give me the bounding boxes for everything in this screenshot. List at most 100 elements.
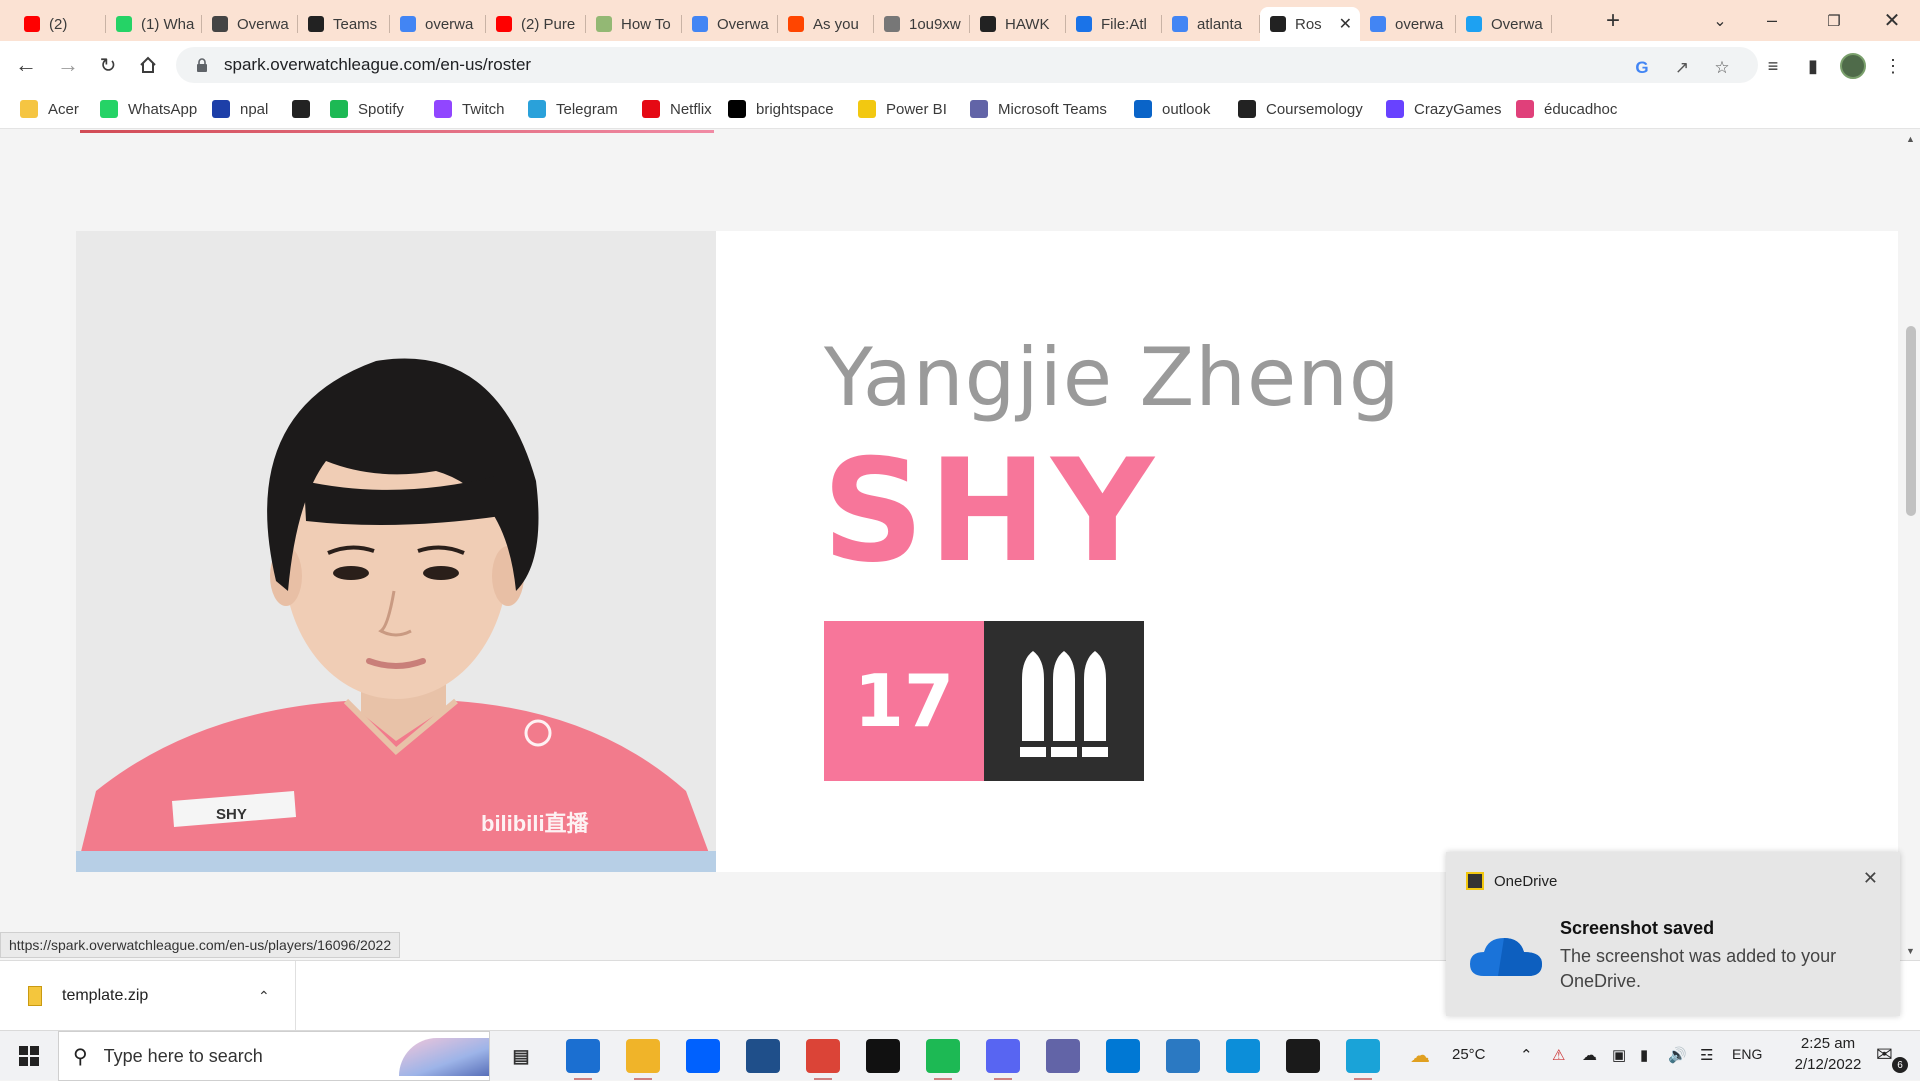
- powerbi-icon: [858, 100, 876, 118]
- scroll-down-arrow[interactable]: ▼: [1906, 946, 1915, 956]
- player-card[interactable]: SHY bilibili直播 Yangjie Zheng SHY 17: [76, 231, 1898, 872]
- spotify-icon: [330, 100, 348, 118]
- address-bar[interactable]: spark.overwatchleague.com/en-us/roster G…: [176, 47, 1758, 83]
- browser-tab[interactable]: As you: [778, 7, 874, 41]
- browser-tab[interactable]: Ros ✕: [1260, 7, 1360, 41]
- bookmark-item[interactable]: Twitch: [434, 98, 505, 120]
- bookmark-item[interactable]: Microsoft Teams: [970, 98, 1107, 120]
- onedrive-tray-icon[interactable]: ☁: [1582, 1046, 1597, 1064]
- spotify-app-icon[interactable]: [926, 1039, 960, 1080]
- browser-tab[interactable]: (2): [14, 7, 106, 41]
- clock-date[interactable]: 2/12/2022: [1780, 1056, 1876, 1073]
- bookmark-item[interactable]: Coursemology: [1238, 98, 1363, 120]
- reload-button[interactable]: ↻: [92, 49, 124, 81]
- chrome-icon[interactable]: [806, 1039, 840, 1080]
- browser-tab[interactable]: Overwa: [202, 7, 298, 41]
- forward-button[interactable]: →: [52, 49, 84, 81]
- lock-icon[interactable]: [194, 57, 210, 73]
- close-tab-icon[interactable]: ✕: [1339, 14, 1352, 34]
- tab-title: HAWK: [1005, 15, 1050, 33]
- vscode-icon[interactable]: [1106, 1039, 1140, 1073]
- edge-icon[interactable]: [1226, 1039, 1260, 1073]
- scroll-thumb[interactable]: [1906, 326, 1916, 516]
- wifi-icon[interactable]: ☲: [1700, 1046, 1713, 1064]
- dropbox-icon[interactable]: [686, 1039, 720, 1073]
- bookmark-label: Telegram: [556, 100, 618, 118]
- toast-close-icon[interactable]: ✕: [1863, 868, 1878, 889]
- browser-tab[interactable]: File:Atl: [1066, 7, 1162, 41]
- download-item[interactable]: template.zip ⌃: [0, 961, 296, 1031]
- language-indicator[interactable]: ENG: [1732, 1046, 1762, 1062]
- menu-kebab-icon[interactable]: ⋮: [1880, 53, 1906, 79]
- mobile-app-icon[interactable]: [746, 1039, 780, 1073]
- weather-icon[interactable]: ☁: [1410, 1043, 1430, 1068]
- url-text[interactable]: spark.overwatchleague.com/en-us/roster: [224, 55, 531, 75]
- clock-time[interactable]: 2:25 am: [1780, 1035, 1876, 1052]
- browser-tab[interactable]: (2) Pure: [486, 7, 586, 41]
- bookmark-item[interactable]: Telegram: [528, 98, 618, 120]
- bookmark-item[interactable]: brightspace: [728, 98, 834, 120]
- bookmark-item[interactable]: CrazyGames: [1386, 98, 1502, 120]
- reading-list-icon[interactable]: ≡: [1760, 53, 1786, 79]
- edge-dev-icon[interactable]: [1346, 1039, 1380, 1080]
- notification-center-icon[interactable]: ✉: [1876, 1042, 1893, 1067]
- whatsapp-icon: [116, 16, 132, 32]
- bookmark-item[interactable]: WhatsApp: [100, 98, 197, 120]
- onedrive-notification[interactable]: OneDrive ✕ Screenshot saved The screensh…: [1446, 852, 1900, 1016]
- bookmark-item[interactable]: outlook: [1134, 98, 1210, 120]
- restore-button[interactable]: ❐: [1806, 0, 1862, 41]
- volume-icon[interactable]: 🔊: [1668, 1046, 1687, 1064]
- youtube-icon: [496, 16, 512, 32]
- home-button[interactable]: [132, 49, 164, 81]
- weather-temp[interactable]: 25°C: [1452, 1046, 1486, 1063]
- browser-tab[interactable]: overwa: [390, 7, 486, 41]
- task-view-icon[interactable]: ▤: [504, 1039, 538, 1073]
- browser-tab[interactable]: Overwa: [682, 7, 778, 41]
- tab-search-icon[interactable]: ⌄: [1692, 0, 1748, 41]
- minimize-button[interactable]: –: [1744, 0, 1800, 41]
- back-button[interactable]: ←: [10, 49, 42, 81]
- browser-tab[interactable]: atlanta: [1162, 7, 1260, 41]
- photos-icon[interactable]: [1166, 1039, 1200, 1073]
- bookmark-item[interactable]: éducadhoc: [1516, 98, 1617, 120]
- scroll-up-arrow[interactable]: ▲: [1906, 134, 1915, 144]
- globe-icon: [884, 16, 900, 32]
- new-tab-button[interactable]: +: [1598, 6, 1628, 36]
- bookmark-item[interactable]: Netflix: [642, 98, 712, 120]
- discord-icon[interactable]: [986, 1039, 1020, 1080]
- browser-tab[interactable]: Teams: [298, 7, 390, 41]
- start-button[interactable]: [0, 1031, 58, 1081]
- file-explorer-icon[interactable]: [626, 1039, 660, 1080]
- browser-tab[interactable]: Overwa: [1456, 7, 1552, 41]
- bookmark-item[interactable]: npal: [212, 98, 268, 120]
- pytorch-app-icon[interactable]: [1286, 1039, 1320, 1073]
- browser-tab[interactable]: HAWK: [970, 7, 1066, 41]
- close-window-button[interactable]: ✕: [1864, 0, 1920, 41]
- bookmark-item[interactable]: [292, 98, 320, 120]
- netflix-app-icon[interactable]: [866, 1039, 900, 1073]
- browser-tab[interactable]: (1) Wha: [106, 7, 202, 41]
- mail-app-icon[interactable]: [566, 1039, 600, 1080]
- tray-network-error-icon[interactable]: ⚠: [1552, 1046, 1565, 1064]
- browser-tab[interactable]: 1ou9xw: [874, 7, 970, 41]
- browser-tab[interactable]: How To: [586, 7, 682, 41]
- side-panel-icon[interactable]: ▮: [1800, 53, 1826, 79]
- share-icon[interactable]: ↗: [1670, 56, 1694, 80]
- profile-avatar[interactable]: [1840, 53, 1866, 79]
- google-lens-icon[interactable]: G: [1630, 56, 1654, 80]
- battery-icon[interactable]: ▮: [1640, 1046, 1648, 1064]
- tray-overflow-chevron-icon[interactable]: ⌃: [1520, 1046, 1533, 1064]
- bookmark-item[interactable]: Power BI: [858, 98, 947, 120]
- browser-tab[interactable]: overwa: [1360, 7, 1456, 41]
- bookmark-item[interactable]: Spotify: [330, 98, 404, 120]
- taskbar-search[interactable]: ⚲ Type here to search: [58, 1031, 490, 1081]
- meet-now-icon[interactable]: ▣: [1612, 1046, 1626, 1064]
- bookmark-label: Coursemology: [1266, 100, 1363, 118]
- bookmark-star-icon[interactable]: ☆: [1710, 56, 1734, 80]
- player-role-badge: [984, 621, 1144, 781]
- bookmark-item[interactable]: Acer: [20, 98, 79, 120]
- teams-app-icon[interactable]: [1046, 1039, 1080, 1073]
- previous-card-edge: [80, 130, 714, 133]
- download-options-chevron-icon[interactable]: ⌃: [258, 988, 270, 1005]
- page-scrollbar[interactable]: ▲ ▼: [1902, 130, 1920, 960]
